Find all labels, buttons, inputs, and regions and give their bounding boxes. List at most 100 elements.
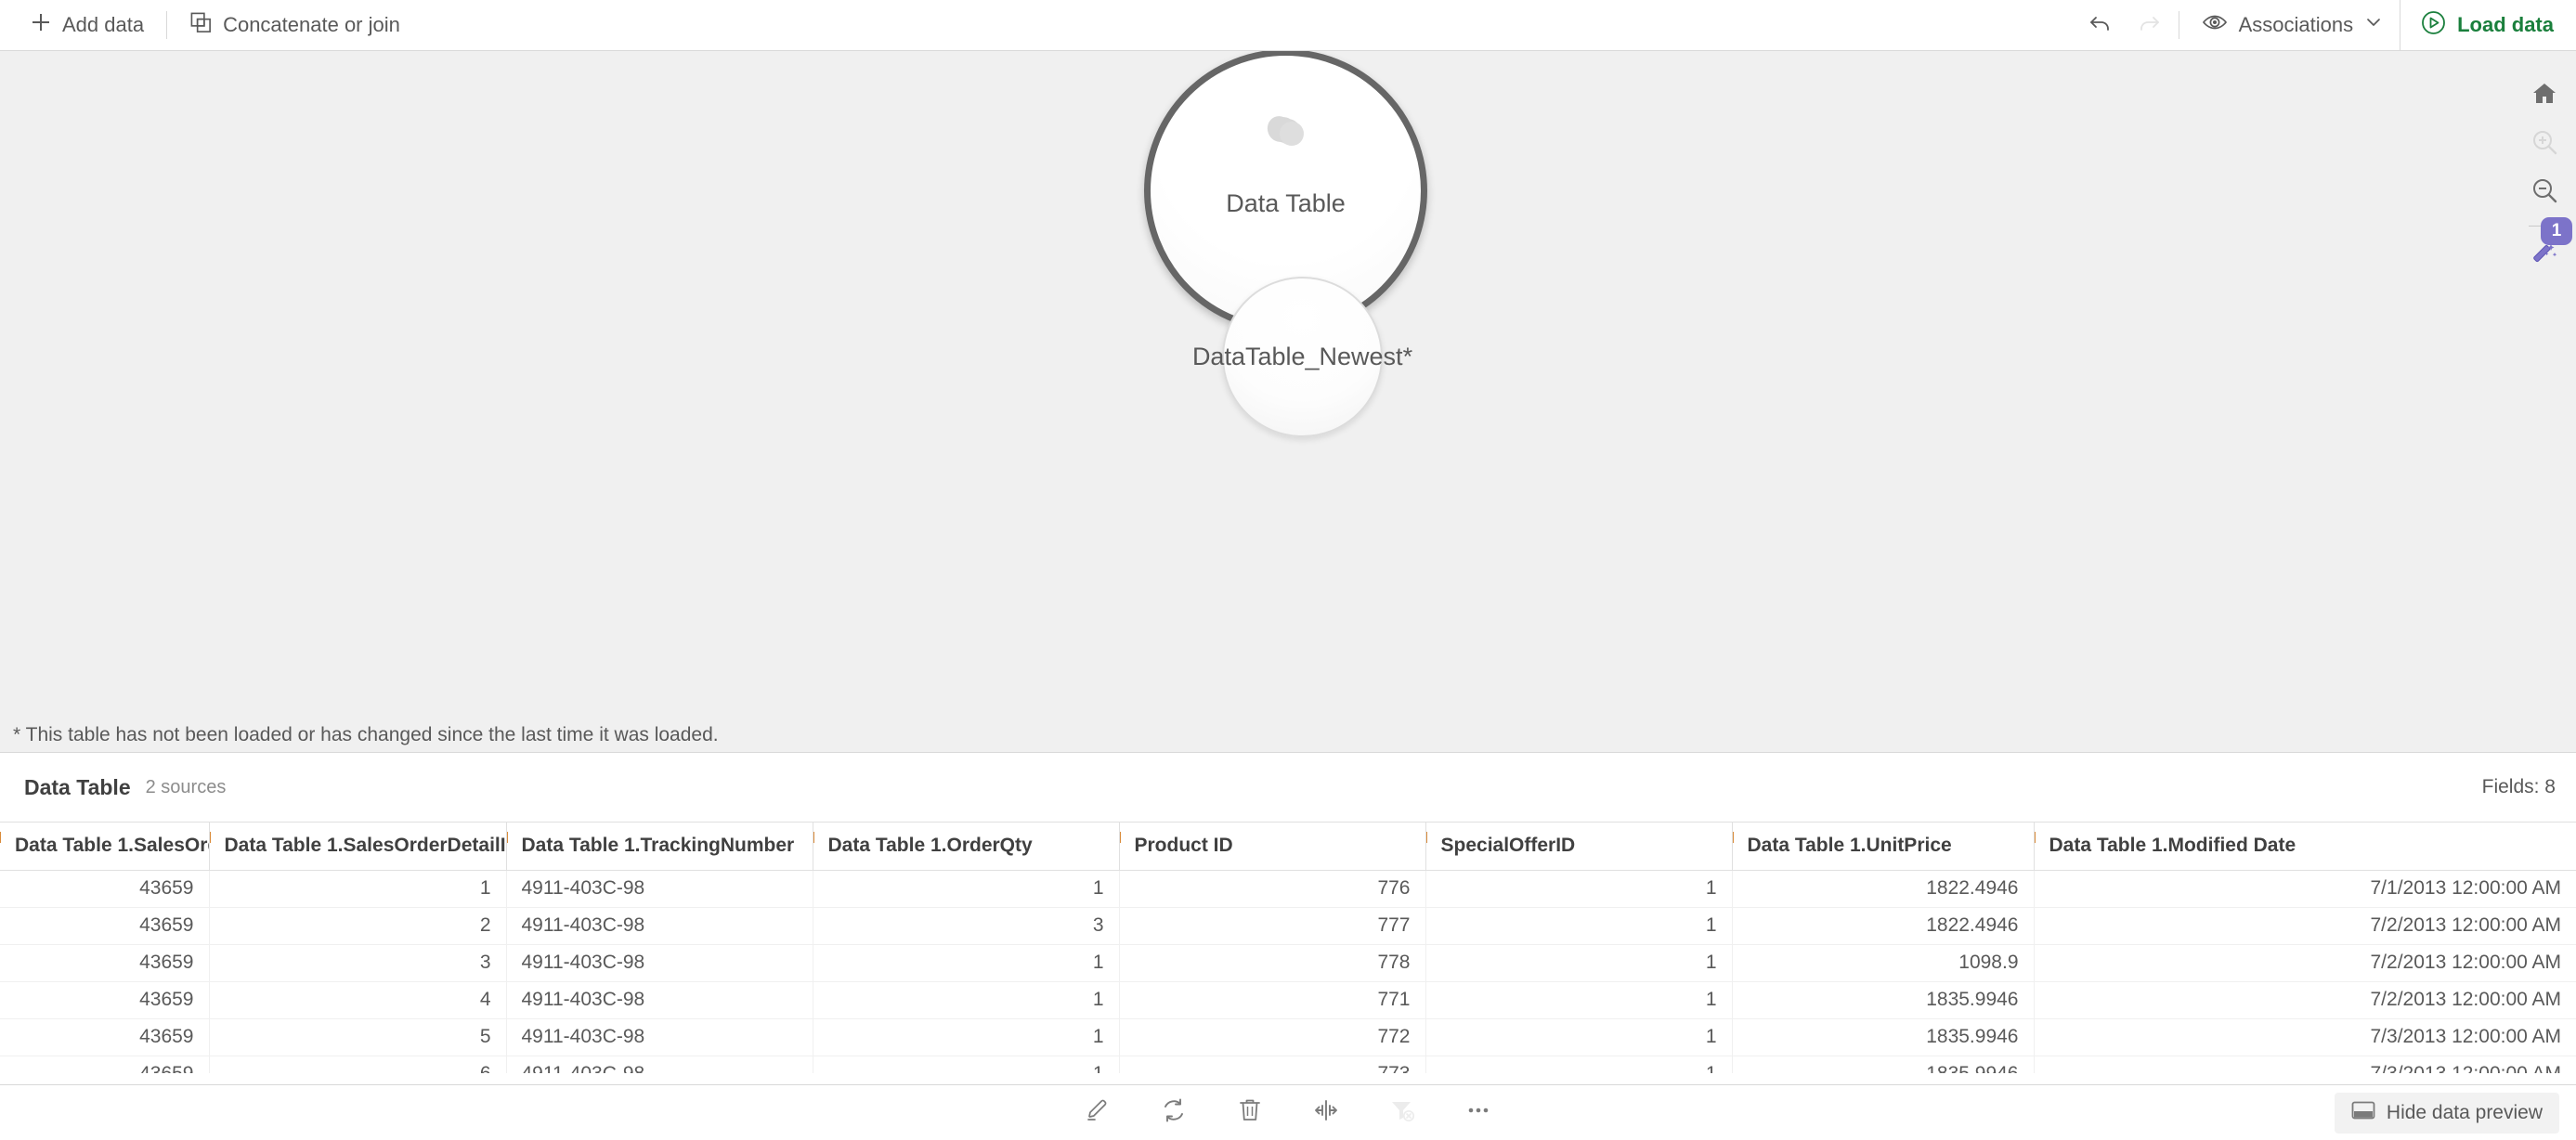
edit-table-button[interactable] <box>1073 1092 1122 1134</box>
table-row[interactable]: 4365964911-403C-98177311835.99467/3/2013… <box>0 1056 2576 1073</box>
table-row[interactable]: 43659 5 4911-403C-98 1 772 1 1835.9946 7/3/2013… <box>0 1018 2576 1056</box>
column-header-product-id[interactable]: Product ID <box>1118 823 1425 871</box>
table-bubble-label: Data Table <box>1226 189 1346 217</box>
table-cell: 1 <box>1425 944 1732 982</box>
column-resize-handle[interactable] <box>1733 832 1734 843</box>
table-cell: 771 <box>1118 981 1425 1019</box>
refresh-table-button[interactable] <box>1150 1092 1198 1134</box>
table-cell: 4911-403C-98 <box>505 870 813 908</box>
table-cell: 1 <box>1425 907 1732 945</box>
table-cell: 1835.9946 <box>1731 1056 2034 1073</box>
column-resize-handle[interactable] <box>1426 832 1427 843</box>
data-model-canvas[interactable]: Data Table DataTable_Newest* <box>0 51 2513 718</box>
ellipsis-icon <box>1464 1096 1492 1129</box>
table-cell: 776 <box>1118 870 1425 908</box>
table-cell: 7/1/2013 12:00:00 AM <box>2033 870 2576 908</box>
table-cell: 4 <box>208 981 506 1019</box>
zoom-out-icon <box>2530 176 2558 209</box>
table-cell: 1835.9946 <box>1731 981 2034 1019</box>
column-header-specialofferid[interactable]: SpecialOfferID <box>1425 823 1732 871</box>
column-resize-handle[interactable] <box>1120 832 1121 843</box>
column-header-modified-date[interactable]: Data Table 1.Modified Date <box>2033 823 2576 871</box>
table-cell: 7/2/2013 12:00:00 AM <box>2033 907 2576 945</box>
column-header-salesorderid[interactable]: Data Table 1.SalesOrderID <box>0 823 209 871</box>
resize-columns-button[interactable] <box>1302 1092 1350 1134</box>
column-header-unitprice[interactable]: Data Table 1.UnitPrice <box>1731 823 2034 871</box>
pencil-icon <box>1084 1096 1112 1129</box>
table-cell: 773 <box>1118 1056 1425 1073</box>
canvas-footnote-text: * This table has not been loaded or has … <box>13 723 719 745</box>
table-cell: 1 <box>208 870 506 908</box>
table-cell: 43659 <box>0 907 209 945</box>
table-cell: 6 <box>208 1056 506 1073</box>
table-cell: 772 <box>1118 1018 1425 1056</box>
table-row[interactable]: 43659 2 4911-403C-98 3 777 1 1822.4946 7/2/2013… <box>0 907 2576 945</box>
table-cell: 43659 <box>0 1056 209 1073</box>
concatenate-or-join-button[interactable]: Concatenate or join <box>173 0 417 50</box>
hide-data-preview-button[interactable]: Hide data preview <box>2334 1093 2559 1134</box>
table-body: 43659 1 4911-403C-98 1 776 1 1822.4946 7/1/2013… <box>0 870 2576 1073</box>
delete-table-button[interactable] <box>1226 1092 1274 1134</box>
play-circle-icon <box>2421 10 2446 41</box>
table-cell: 4911-403C-98 <box>505 907 813 945</box>
insight-advisor-badge: 1 <box>2541 217 2572 245</box>
insight-advisor-button[interactable]: 1 <box>2520 217 2572 280</box>
undo-arrow-icon <box>2088 10 2114 41</box>
preview-sources-count: 2 sources <box>145 776 227 797</box>
home-button[interactable] <box>2520 71 2569 120</box>
load-data-label: Load data <box>2457 13 2554 36</box>
table-bubble-datatable-newest[interactable]: DataTable_Newest* <box>1192 277 1412 437</box>
table-row[interactable]: 43659 4 4911-403C-98 1 771 1 1835.9946 7/2/2013… <box>0 981 2576 1019</box>
table-header-row: Data Table 1.SalesOrderID Data Table 1.S… <box>0 823 2576 871</box>
table-cell: 1 <box>812 1018 1119 1056</box>
data-preview-table-scroll[interactable]: Data Table 1.SalesOrderID Data Table 1.S… <box>0 823 2576 1073</box>
table-cell: 3 <box>812 907 1119 945</box>
top-toolbar: Add data Concatenate or join Association… <box>0 0 2576 51</box>
clear-filter-button[interactable] <box>1378 1092 1426 1134</box>
preview-fields-count: Fields: 8 <box>2481 776 2556 797</box>
redo-button[interactable] <box>2125 0 2173 50</box>
trash-icon <box>1236 1096 1264 1129</box>
table-cell: 3 <box>208 944 506 982</box>
table-cell: 1098.9 <box>1731 944 2034 982</box>
column-header-salesorderdetailid[interactable]: Data Table 1.SalesOrderDetailID <box>208 823 506 871</box>
zoom-in-button[interactable] <box>2520 120 2569 168</box>
column-resize-handle[interactable] <box>210 832 211 843</box>
column-resize-handle[interactable] <box>2035 832 2036 843</box>
column-resize-handle[interactable] <box>0 832 1 843</box>
table-cell: 43659 <box>0 870 209 908</box>
hide-data-preview-label: Hide data preview <box>2386 1102 2543 1123</box>
zoom-out-button[interactable] <box>2520 168 2569 216</box>
table-cell: 43659 <box>0 981 209 1019</box>
table-cell: 777 <box>1118 907 1425 945</box>
table-bubble-label: DataTable_Newest* <box>1191 343 1413 370</box>
table-cell: 2 <box>208 907 506 945</box>
toolbar-left-group: Add data Concatenate or join <box>0 0 417 50</box>
eye-icon <box>2202 9 2228 41</box>
undo-button[interactable] <box>2076 0 2125 50</box>
column-resize-handle[interactable] <box>813 832 814 843</box>
associations-button[interactable]: Associations <box>2185 0 2400 50</box>
column-header-label: Data Table 1.TrackingNumber <box>521 835 795 857</box>
table-cell: 1 <box>1425 870 1732 908</box>
table-cell: 4911-403C-98 <box>505 981 813 1019</box>
table-row[interactable]: 43659 1 4911-403C-98 1 776 1 1822.4946 7/1/2013… <box>0 870 2576 908</box>
add-data-button[interactable]: Add data <box>13 0 161 50</box>
table-cell: 4911-403C-98 <box>505 1056 813 1073</box>
column-header-trackingnumber[interactable]: Data Table 1.TrackingNumber <box>505 823 813 871</box>
column-header-orderqty[interactable]: Data Table 1.OrderQty <box>812 823 1119 871</box>
table-cell: 1 <box>812 870 1119 908</box>
more-options-button[interactable] <box>1454 1092 1503 1134</box>
table-cell: 1822.4946 <box>1731 870 2034 908</box>
column-resize-handle[interactable] <box>507 832 508 843</box>
data-preview-panel: Data Table 2 sources Fields: 8 Data Tabl… <box>0 752 2576 1140</box>
resize-columns-icon <box>1312 1096 1340 1129</box>
table-cell: 1 <box>812 981 1119 1019</box>
table-row[interactable]: 43659 3 4911-403C-98 1 778 1 1098.9 7/2/2013 12… <box>0 944 2576 982</box>
table-cell: 778 <box>1118 944 1425 982</box>
column-header-label: Data Table 1.UnitPrice <box>1747 835 1952 857</box>
table-cell: 1 <box>812 1056 1119 1073</box>
table-cell: 43659 <box>0 944 209 982</box>
toolbar-divider <box>166 11 168 39</box>
load-data-button[interactable]: Load data <box>2400 0 2576 50</box>
